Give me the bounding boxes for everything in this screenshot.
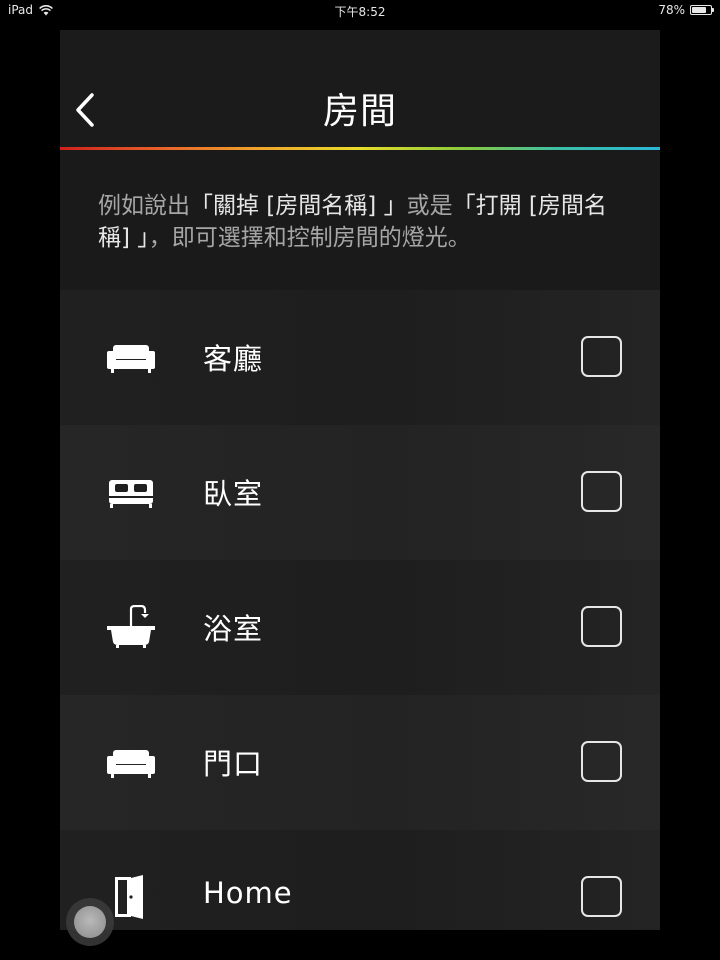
accent-divider bbox=[60, 147, 660, 150]
room-label: 臥室 bbox=[203, 477, 264, 511]
room-list: 客廳 臥室 浴室 門口 Home bbox=[60, 290, 660, 930]
room-checkbox[interactable] bbox=[581, 606, 622, 647]
room-checkbox[interactable] bbox=[581, 741, 622, 782]
room-label: 浴室 bbox=[203, 612, 264, 646]
room-label: 客廳 bbox=[203, 342, 264, 376]
hint-text-2: 或是 bbox=[406, 193, 453, 219]
room-checkbox[interactable] bbox=[581, 471, 622, 512]
header: 房間 bbox=[60, 30, 660, 147]
room-row-living-room[interactable]: 客廳 bbox=[60, 290, 660, 425]
voice-hint: 例如說出「關掉 [房間名稱] 」或是「打開 [房間名稱] 」，即可選擇和控制房間… bbox=[98, 190, 628, 254]
room-label: 門口 bbox=[203, 747, 264, 781]
room-row-home[interactable]: Home bbox=[60, 830, 660, 930]
status-time: 下午8:52 bbox=[334, 5, 386, 19]
door-icon bbox=[115, 875, 143, 919]
assistive-touch-button[interactable] bbox=[66, 898, 114, 946]
hint-text-3: ，即可選擇和控制房間的燈光。 bbox=[148, 225, 471, 251]
room-checkbox[interactable] bbox=[581, 336, 622, 377]
sofa-icon bbox=[107, 345, 155, 373]
bed-icon bbox=[109, 480, 153, 508]
status-bar: iPad 下午8:52 78% bbox=[0, 0, 720, 20]
room-row-bedroom[interactable]: 臥室 bbox=[60, 425, 660, 560]
rooms-panel: 房間 例如說出「關掉 [房間名稱] 」或是「打開 [房間名稱] 」，即可選擇和控… bbox=[60, 30, 660, 930]
sofa-icon bbox=[107, 750, 155, 778]
room-row-entrance[interactable]: 門口 bbox=[60, 695, 660, 830]
hint-text-1: 例如說出 bbox=[98, 193, 190, 219]
bathtub-icon bbox=[107, 605, 155, 648]
room-checkbox[interactable] bbox=[581, 876, 622, 917]
page-title: 房間 bbox=[322, 91, 397, 132]
hint-quote-1: 「關掉 [房間名稱] 」 bbox=[190, 193, 407, 219]
battery-percent: 78% bbox=[658, 3, 685, 17]
status-right: 78% bbox=[658, 3, 714, 17]
battery-level bbox=[692, 7, 706, 13]
room-label: Home bbox=[203, 876, 293, 910]
room-row-bathroom[interactable]: 浴室 bbox=[60, 560, 660, 695]
battery-icon bbox=[690, 5, 714, 15]
assistive-touch-icon bbox=[74, 906, 106, 938]
